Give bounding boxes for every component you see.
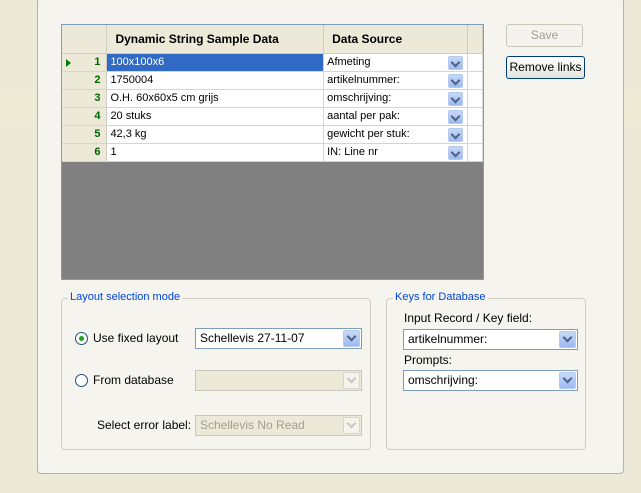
error-label-caption: Select error label: <box>97 418 192 432</box>
chevron-down-icon[interactable] <box>447 127 463 142</box>
row-number[interactable]: 3 <box>62 89 108 108</box>
data-source-cell[interactable]: gewicht per stuk: <box>323 125 468 144</box>
keys-database-title: Keys for Database <box>393 291 488 303</box>
prompts-value: omschrijving: <box>408 373 479 387</box>
sample-data-cell[interactable]: 1 <box>106 143 325 162</box>
chevron-down-icon[interactable] <box>559 331 576 348</box>
keys-database-group: Keys for Database Input Record / Key fie… <box>386 291 586 450</box>
radio-selected-dot <box>79 336 84 341</box>
key-field-value: artikelnummer: <box>408 332 488 346</box>
sample-data-cell[interactable]: 42,3 kg <box>106 125 325 144</box>
row-number[interactable]: 6 <box>62 143 108 162</box>
row-number[interactable]: 1 <box>62 53 108 72</box>
row-filler <box>467 143 483 162</box>
data-source-value: artikelnummer: <box>327 74 400 86</box>
database-layout-select[interactable] <box>195 370 362 391</box>
from-database-label[interactable]: From database <box>93 373 174 387</box>
chevron-down-icon[interactable] <box>447 109 463 124</box>
table-row[interactable]: 4 20 stuks aantal per pak: <box>62 107 483 126</box>
chevron-down-icon[interactable] <box>447 55 463 70</box>
use-fixed-layout-radio[interactable] <box>75 332 88 345</box>
row-number-label: 3 <box>94 92 101 104</box>
row-number-label: 4 <box>94 110 101 122</box>
chevron-down-icon[interactable] <box>343 372 360 389</box>
chevron-down-icon[interactable] <box>447 91 463 106</box>
row-filler <box>467 53 483 72</box>
fixed-layout-value: Schellevis 27-11-07 <box>200 331 305 345</box>
use-fixed-layout-label[interactable]: Use fixed layout <box>93 331 178 345</box>
row-number-label: 2 <box>94 74 101 86</box>
remove-links-button[interactable]: Remove links <box>506 56 585 79</box>
data-source-cell[interactable]: omschrijving: <box>323 89 468 108</box>
prompts-label: Prompts: <box>404 353 453 367</box>
data-source-value: aantal per pak: <box>327 110 400 122</box>
data-source-cell[interactable]: artikelnummer: <box>323 71 468 90</box>
row-filler <box>467 71 483 90</box>
row-number-label: 5 <box>94 128 101 140</box>
fixed-layout-select[interactable]: Schellevis 27-11-07 <box>195 328 362 349</box>
chevron-down-icon[interactable] <box>447 73 463 88</box>
column-header-sample[interactable]: Dynamic String Sample Data <box>106 25 325 54</box>
table-row[interactable]: 3 O.H. 60x60x5 cm grijs omschrijving: <box>62 89 483 108</box>
chevron-down-icon[interactable] <box>343 330 360 347</box>
sample-data-cell[interactable]: 100x100x6 <box>106 53 325 72</box>
data-source-value: IN: Line nr <box>327 146 378 158</box>
prompts-select[interactable]: omschrijving: <box>403 370 578 391</box>
data-source-value: omschrijving: <box>327 92 392 104</box>
chevron-down-icon[interactable] <box>447 145 463 160</box>
row-number[interactable]: 5 <box>62 125 108 144</box>
sample-data-cell[interactable]: O.H. 60x60x5 cm grijs <box>106 89 325 108</box>
error-label-select[interactable]: Schellevis No Read <box>195 415 362 436</box>
current-row-arrow-icon <box>66 58 71 67</box>
row-filler <box>467 89 483 108</box>
sample-data-cell[interactable]: 20 stuks <box>106 107 325 126</box>
input-record-label: Input Record / Key field: <box>404 311 533 325</box>
data-source-value: gewicht per stuk: <box>327 128 410 140</box>
layout-selection-title: Layout selection mode <box>68 291 183 303</box>
layout-selection-group: Layout selection mode Use fixed layout S… <box>61 291 371 450</box>
chevron-down-icon[interactable] <box>559 372 576 389</box>
row-number-label: 6 <box>94 146 101 158</box>
data-source-cell[interactable]: IN: Line nr <box>323 143 468 162</box>
key-field-select[interactable]: artikelnummer: <box>403 329 578 350</box>
row-number-label: 1 <box>94 56 101 68</box>
column-header-filler <box>467 25 483 54</box>
error-label-value: Schellevis No Read <box>200 418 305 432</box>
row-number[interactable]: 4 <box>62 107 108 126</box>
data-source-cell[interactable]: Afmeting <box>323 53 468 72</box>
row-header-corner <box>62 25 108 54</box>
table-row[interactable]: 5 42,3 kg gewicht per stuk: <box>62 125 483 144</box>
row-filler <box>467 125 483 144</box>
save-button[interactable]: Save <box>506 24 583 47</box>
chevron-down-icon[interactable] <box>343 417 360 434</box>
table-row[interactable]: 1 100x100x6 Afmeting <box>62 53 483 72</box>
table-row[interactable]: 6 1 IN: Line nr <box>62 143 483 162</box>
data-grid: Dynamic String Sample Data Data Source 1… <box>61 24 484 280</box>
from-database-radio[interactable] <box>75 374 88 387</box>
table-row[interactable]: 2 1750004 artikelnummer: <box>62 71 483 90</box>
row-filler <box>467 107 483 126</box>
sample-data-cell[interactable]: 1750004 <box>106 71 325 90</box>
data-source-cell[interactable]: aantal per pak: <box>323 107 468 126</box>
row-number[interactable]: 2 <box>62 71 108 90</box>
column-header-source[interactable]: Data Source <box>323 25 468 54</box>
data-source-value: Afmeting <box>327 56 371 68</box>
